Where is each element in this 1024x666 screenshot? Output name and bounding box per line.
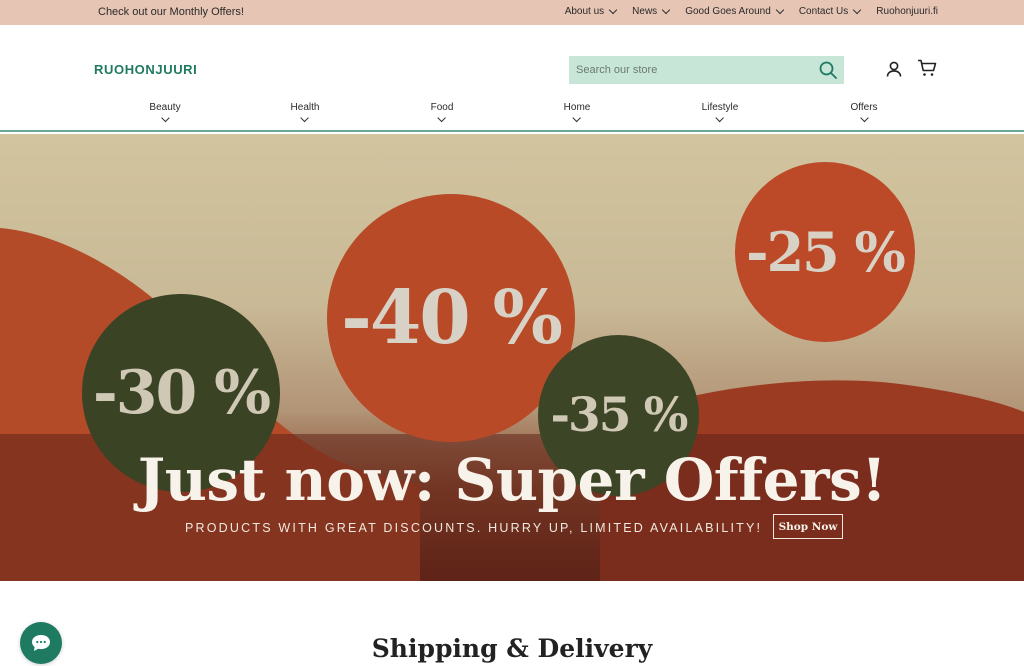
nav-item-lifestyle[interactable]: Lifestyle: [701, 102, 739, 123]
chat-button[interactable]: [20, 622, 62, 664]
top-link-ruohonjuuri-fi[interactable]: Ruohonjuuri.fi: [876, 6, 938, 17]
nav-item-label: Beauty: [149, 102, 181, 113]
nav-item-label: Lifestyle: [701, 102, 739, 113]
top-link-news[interactable]: News: [632, 5, 671, 17]
search-input[interactable]: [569, 56, 816, 84]
top-link-about-us[interactable]: About us: [564, 5, 618, 17]
nav-item-label: Home: [563, 102, 591, 113]
nav-item-home[interactable]: Home: [563, 102, 591, 123]
hero-banner[interactable]: -30 % -40 % -25 % -35 % Just now: Super …: [0, 134, 1024, 581]
top-link-label: About us: [564, 6, 605, 17]
top-link-label: News: [632, 6, 658, 17]
search-icon[interactable]: [818, 60, 838, 80]
nav-item-label: Food: [430, 102, 454, 113]
hero-headline: Just now: Super Offers!: [137, 446, 887, 514]
chevron-down-icon: [608, 5, 618, 15]
chevron-down-icon: [859, 113, 869, 123]
top-link-good-goes-around[interactable]: Good Goes Around: [685, 5, 785, 17]
site-logo[interactable]: RUOHONJUURI: [94, 62, 197, 77]
nav-item-offers[interactable]: Offers: [850, 102, 878, 123]
discount-badge-25: -25 %: [735, 162, 915, 342]
main-nav: Beauty Health Food Home Lifestyle Offers: [0, 102, 1024, 126]
top-link-label: Contact Us: [798, 6, 849, 17]
chevron-down-icon: [437, 113, 447, 123]
nav-item-food[interactable]: Food: [430, 102, 454, 123]
top-link-label: Good Goes Around: [685, 6, 771, 17]
chevron-down-icon: [775, 5, 785, 15]
top-links: About us News Good Goes Around Contact U…: [549, 5, 938, 17]
chevron-down-icon: [661, 5, 671, 15]
hero-subline: PRODUCTS WITH GREAT DISCOUNTS. HURRY UP,…: [185, 521, 763, 535]
chevron-down-icon: [572, 113, 582, 123]
account-icon[interactable]: [885, 60, 903, 78]
site-header: RUOHONJUURI Beauty Health Food Home Life…: [0, 25, 1024, 132]
top-link-label: Ruohonjuuri.fi: [876, 6, 938, 17]
search-bar: [569, 56, 844, 84]
chat-bubble-icon: [32, 635, 50, 651]
monthly-offers-link[interactable]: Check out our Monthly Offers!: [98, 6, 244, 18]
top-link-contact-us[interactable]: Contact Us: [798, 5, 862, 17]
nav-item-health[interactable]: Health: [290, 102, 320, 123]
chevron-down-icon: [715, 113, 725, 123]
nav-item-label: Health: [290, 102, 320, 113]
chevron-down-icon: [160, 113, 170, 123]
announcement-bar: Check out our Monthly Offers! About us N…: [0, 0, 1024, 25]
chevron-down-icon: [300, 113, 310, 123]
nav-item-beauty[interactable]: Beauty: [149, 102, 181, 123]
section-title: Shipping & Delivery: [371, 634, 653, 663]
chevron-down-icon: [853, 5, 862, 15]
nav-item-label: Offers: [850, 102, 878, 113]
shop-now-button[interactable]: Shop Now: [773, 514, 843, 539]
cart-icon[interactable]: [917, 59, 937, 77]
